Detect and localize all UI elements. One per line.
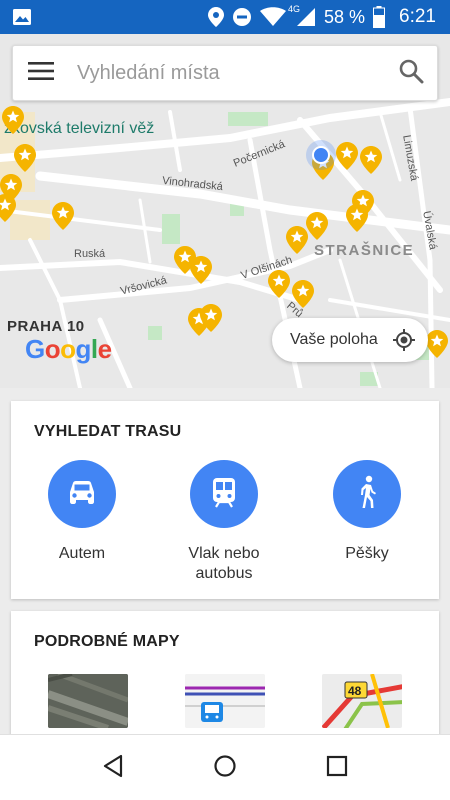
clock: 6:21 (399, 6, 436, 27)
map-label-russka: Ruská (74, 248, 106, 260)
traffic-map-thumbnail[interactable]: 48 (322, 674, 402, 728)
map-pin-icon[interactable] (52, 202, 74, 235)
battery-percent: 58 % (323, 6, 366, 27)
train-icon (210, 476, 238, 513)
my-location-button[interactable]: Vaše poloha (272, 318, 428, 362)
search-button[interactable] (385, 45, 437, 101)
location-icon (207, 7, 224, 27)
search-input[interactable]: Vyhledání místa (69, 62, 385, 85)
route-card: VYHLEDAT TRASU Autem Vlak nebo autobus P… (11, 401, 439, 599)
home-circle-icon (213, 754, 237, 783)
dnd-icon (232, 7, 252, 27)
back-button[interactable] (98, 753, 128, 783)
my-location-label: Vaše poloha (290, 331, 378, 348)
map-pin-icon[interactable] (268, 270, 290, 303)
map-pin-icon[interactable] (426, 330, 448, 363)
map-pin-icon[interactable] (306, 212, 328, 245)
map-pin-icon[interactable] (286, 226, 308, 259)
map-pin-icon[interactable] (292, 280, 314, 313)
satellite-map-thumbnail[interactable] (48, 674, 128, 728)
map-pin-icon[interactable] (190, 256, 212, 289)
network-type: 4G (287, 4, 300, 14)
map-pin-icon[interactable] (200, 304, 222, 337)
map-pin-icon[interactable] (336, 142, 358, 175)
mode-car-button[interactable]: Autem (12, 460, 152, 564)
map-pin-icon[interactable] (346, 204, 368, 237)
detailed-maps-title: PODROBNÉ MAPY (34, 633, 180, 650)
car-icon (66, 478, 98, 511)
map-pin-icon[interactable] (0, 194, 16, 227)
search-bar[interactable]: Vyhledání místa (12, 45, 438, 101)
battery-icon (373, 6, 386, 28)
image-icon (12, 7, 32, 27)
detailed-maps-card: PODROBNÉ MAPY 48 (11, 611, 439, 734)
route-card-title: VYHLEDAT TRASU (34, 423, 182, 440)
transit-map-thumbnail[interactable] (185, 674, 265, 728)
map-pin-icon[interactable] (360, 146, 382, 179)
mode-walk-label: Pěšky (345, 545, 389, 562)
status-bar: 4G 58 % 6:21 (0, 0, 450, 34)
traffic-badge: 48 (348, 684, 362, 698)
mode-transit-label: Vlak nebo autobus (188, 545, 260, 582)
map-label-tower: žkovská televizní věž (4, 120, 155, 137)
back-triangle-icon (102, 754, 124, 783)
crosshair-icon (392, 328, 416, 357)
map-label-strasnice: STRAŠNICE (314, 242, 415, 259)
google-logo: Google (25, 334, 112, 364)
signal-icon: 4G (288, 4, 316, 27)
mode-transit-button[interactable]: Vlak nebo autobus (154, 460, 294, 584)
navigation-bar (0, 734, 450, 800)
wifi-icon (259, 7, 286, 27)
recents-button[interactable] (322, 753, 352, 783)
content-area[interactable]: VYHLEDAT TRASU Autem Vlak nebo autobus P… (0, 388, 450, 734)
recents-square-icon (326, 755, 348, 782)
search-icon (398, 58, 424, 89)
menu-button[interactable] (13, 45, 69, 101)
mode-walk-button[interactable]: Pěšky (297, 460, 437, 564)
home-button[interactable] (210, 753, 240, 783)
walk-icon (355, 475, 379, 514)
map-label-praha10: PRAHA 10 (7, 318, 85, 335)
map-pin-icon[interactable] (14, 144, 36, 177)
map-pin-icon[interactable] (2, 106, 24, 139)
current-location-marker (306, 140, 336, 170)
mode-car-label: Autem (58, 545, 106, 562)
menu-icon (28, 61, 54, 86)
